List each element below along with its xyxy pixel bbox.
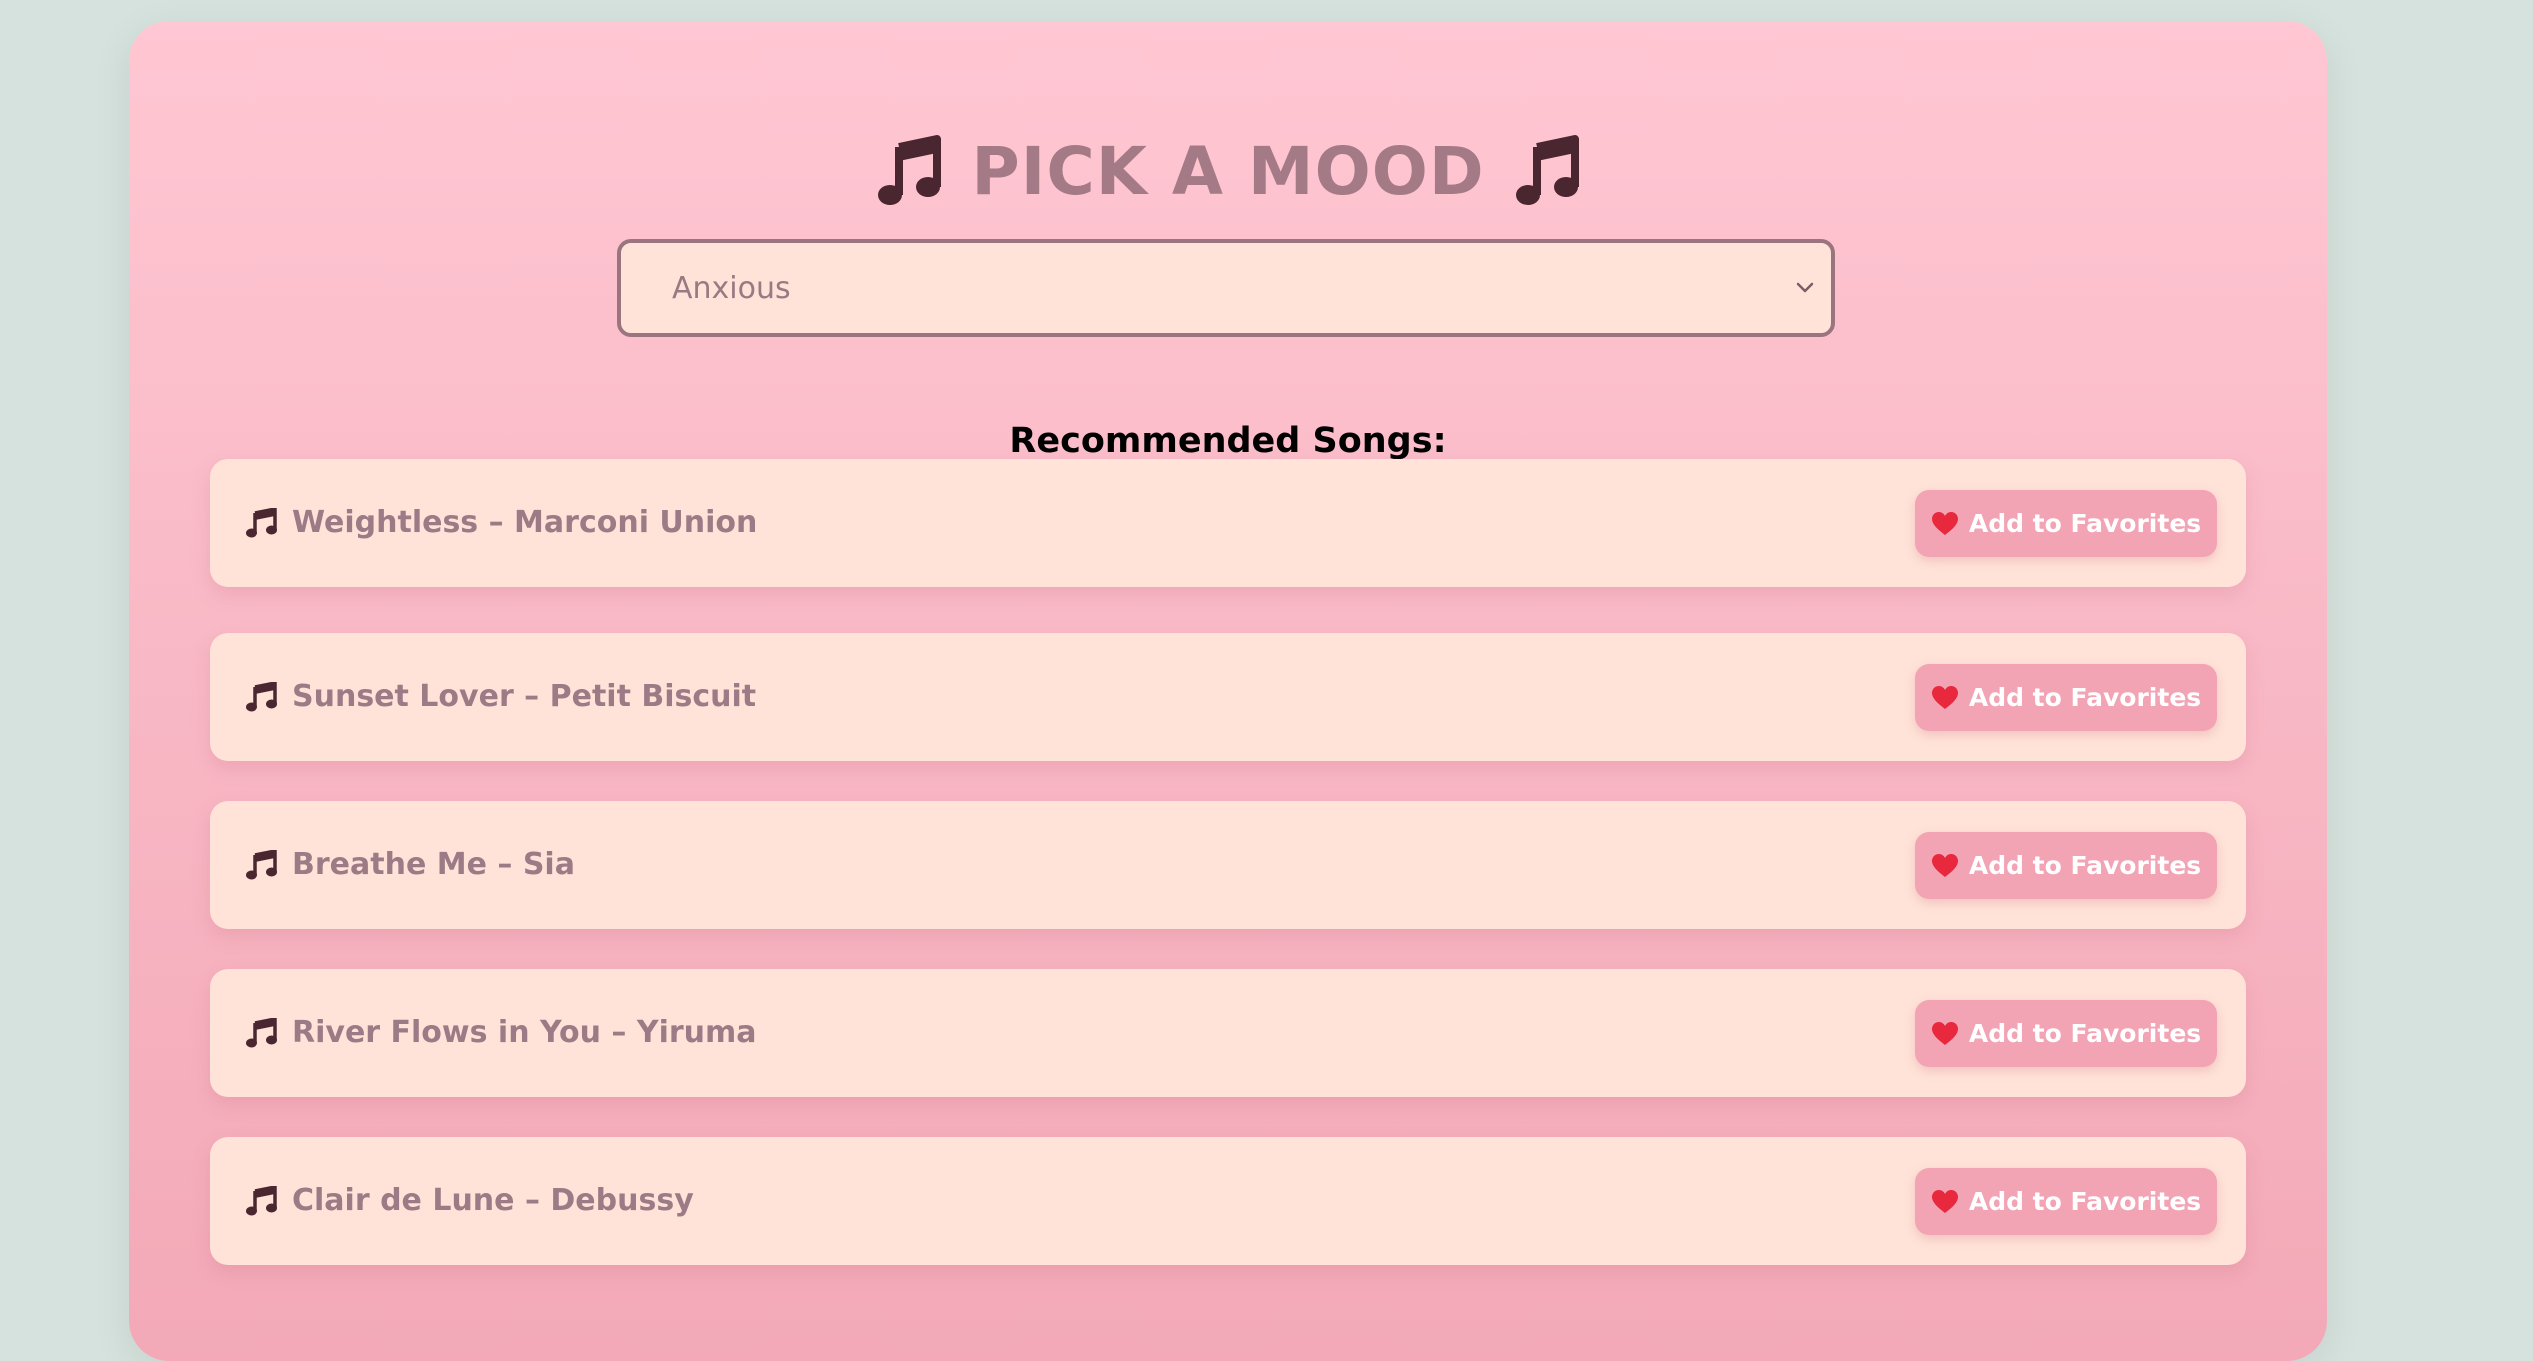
heart-icon <box>1931 685 1958 709</box>
music-note-icon <box>1515 135 1579 205</box>
song-row: Clair de Lune – Debussy Add to Favorites <box>210 1137 2246 1265</box>
page-title: PICK A MOOD <box>971 132 1485 210</box>
song-title: Sunset Lover – Petit Biscuit <box>292 679 757 714</box>
heart-icon <box>1931 1021 1958 1045</box>
add-to-favorites-label: Add to Favorites <box>1968 683 2202 712</box>
add-to-favorites-button[interactable]: Add to Favorites <box>1915 1168 2217 1235</box>
music-notes-icon <box>246 1018 277 1048</box>
music-notes-icon <box>246 850 277 880</box>
heart-icon <box>1931 511 1958 535</box>
song-row: Breathe Me – Sia Add to Favorites <box>210 801 2246 929</box>
mood-select-value: Anxious <box>672 270 791 306</box>
add-to-favorites-label: Add to Favorites <box>1968 1019 2202 1048</box>
song-title: Breathe Me – Sia <box>292 847 575 882</box>
add-to-favorites-label: Add to Favorites <box>1968 851 2202 880</box>
song-row: Sunset Lover – Petit Biscuit Add to Favo… <box>210 633 2246 761</box>
page-header: PICK A MOOD <box>129 121 2327 221</box>
add-to-favorites-button[interactable]: Add to Favorites <box>1915 664 2217 731</box>
music-note-icon <box>878 135 942 205</box>
add-to-favorites-label: Add to Favorites <box>1968 1187 2202 1216</box>
chevron-down-icon <box>1796 282 1814 293</box>
add-to-favorites-button[interactable]: Add to Favorites <box>1915 490 2217 557</box>
mood-picker-card: PICK A MOOD Anxious Recommended Songs: W… <box>129 21 2327 1361</box>
heart-icon <box>1931 853 1958 877</box>
add-to-favorites-button[interactable]: Add to Favorites <box>1915 832 2217 899</box>
song-row: Weightless – Marconi Union Add to Favori… <box>210 459 2246 587</box>
music-notes-icon <box>246 508 277 538</box>
mood-select[interactable]: Anxious <box>617 239 1835 337</box>
add-to-favorites-button[interactable]: Add to Favorites <box>1915 1000 2217 1067</box>
song-title: Weightless – Marconi Union <box>292 505 758 540</box>
music-notes-icon <box>246 1186 277 1216</box>
song-title: Clair de Lune – Debussy <box>292 1183 694 1218</box>
song-title: River Flows in You – Yiruma <box>292 1015 757 1050</box>
heart-icon <box>1931 1189 1958 1213</box>
song-row: River Flows in You – Yiruma Add to Favor… <box>210 969 2246 1097</box>
music-notes-icon <box>246 682 277 712</box>
add-to-favorites-label: Add to Favorites <box>1968 509 2202 538</box>
